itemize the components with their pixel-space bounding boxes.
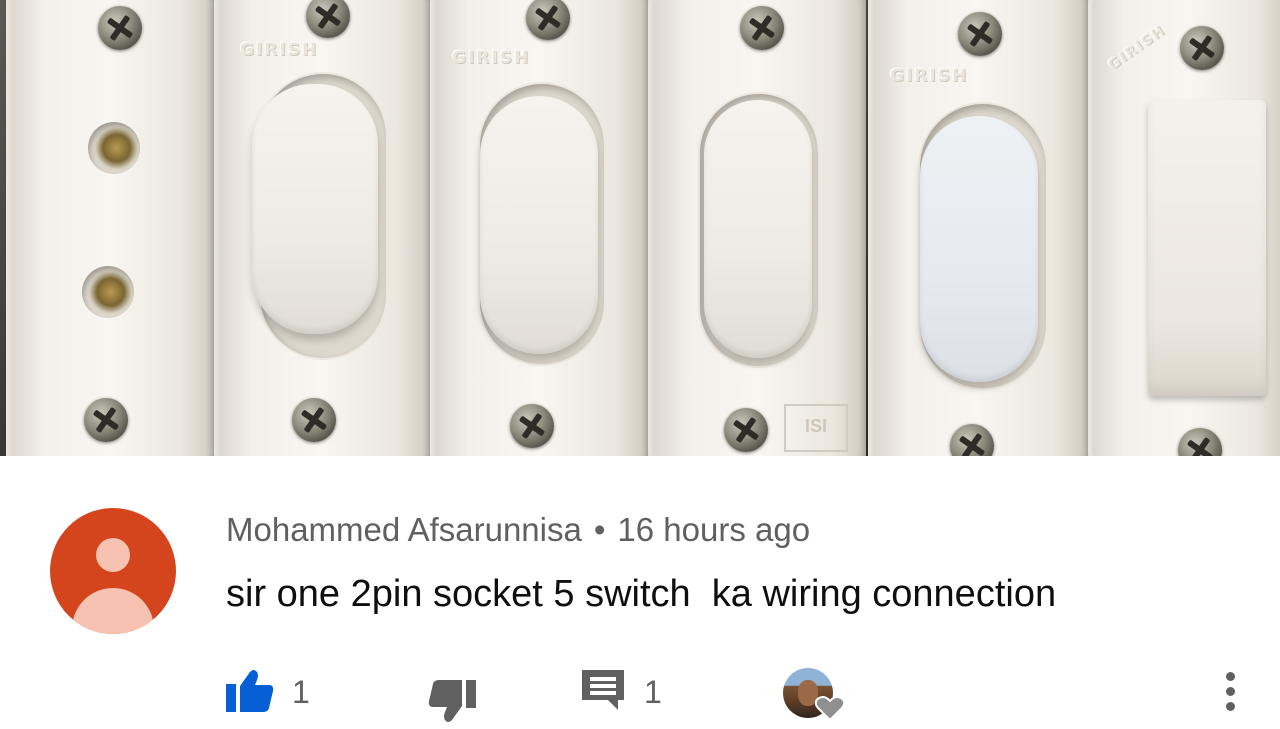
person-icon-body (72, 588, 154, 634)
comment-timestamp[interactable]: 16 hours ago (617, 511, 810, 548)
rocker-switch (1148, 100, 1266, 396)
screw (510, 404, 554, 448)
video-thumbnail-photo: GIRISH GIRISH ISI GIRISH GIRISH (0, 0, 1280, 456)
comment-text: sir one 2pin socket 5 switch ka wiring c… (226, 573, 1057, 615)
socket-hole (88, 122, 140, 174)
thumbs-up-icon (226, 668, 274, 717)
screw (292, 398, 336, 442)
like-button[interactable]: 1 (226, 668, 310, 717)
rocker-switch (704, 100, 812, 358)
screw (1180, 26, 1224, 70)
screw (84, 398, 128, 442)
socket-plate (6, 0, 214, 456)
person-icon (96, 538, 130, 572)
more-vertical-icon-dot (1225, 702, 1235, 711)
separator-dot: • (593, 511, 606, 548)
comment-author[interactable]: Mohammed Afsarunnisa (226, 511, 582, 548)
heart-icon (814, 696, 846, 725)
screw (740, 6, 784, 50)
thumbs-down-icon (428, 680, 476, 729)
commenter-avatar[interactable] (50, 508, 176, 634)
brand-label: GIRISH (890, 66, 969, 86)
like-count: 1 (292, 674, 310, 710)
comment-icon (580, 668, 626, 717)
reply-count: 1 (644, 674, 662, 710)
rocker-switch (480, 96, 598, 354)
more-vertical-icon-dot (1225, 687, 1235, 696)
screw (958, 12, 1002, 56)
socket-hole (82, 266, 134, 318)
dislike-button[interactable] (428, 680, 476, 729)
rocker-switch (920, 116, 1038, 382)
more-options-button[interactable] (1220, 672, 1240, 720)
isi-mark: ISI (784, 404, 848, 452)
rocker-switch (252, 84, 378, 334)
more-vertical-icon (1225, 672, 1235, 681)
brand-label: GIRISH (240, 40, 319, 60)
brand-label: GIRISH (452, 48, 531, 68)
reply-button[interactable]: 1 (580, 668, 662, 717)
screw (98, 6, 142, 50)
screw (724, 408, 768, 452)
comment-header: Mohammed Afsarunnisa • 16 hours ago (226, 508, 810, 552)
